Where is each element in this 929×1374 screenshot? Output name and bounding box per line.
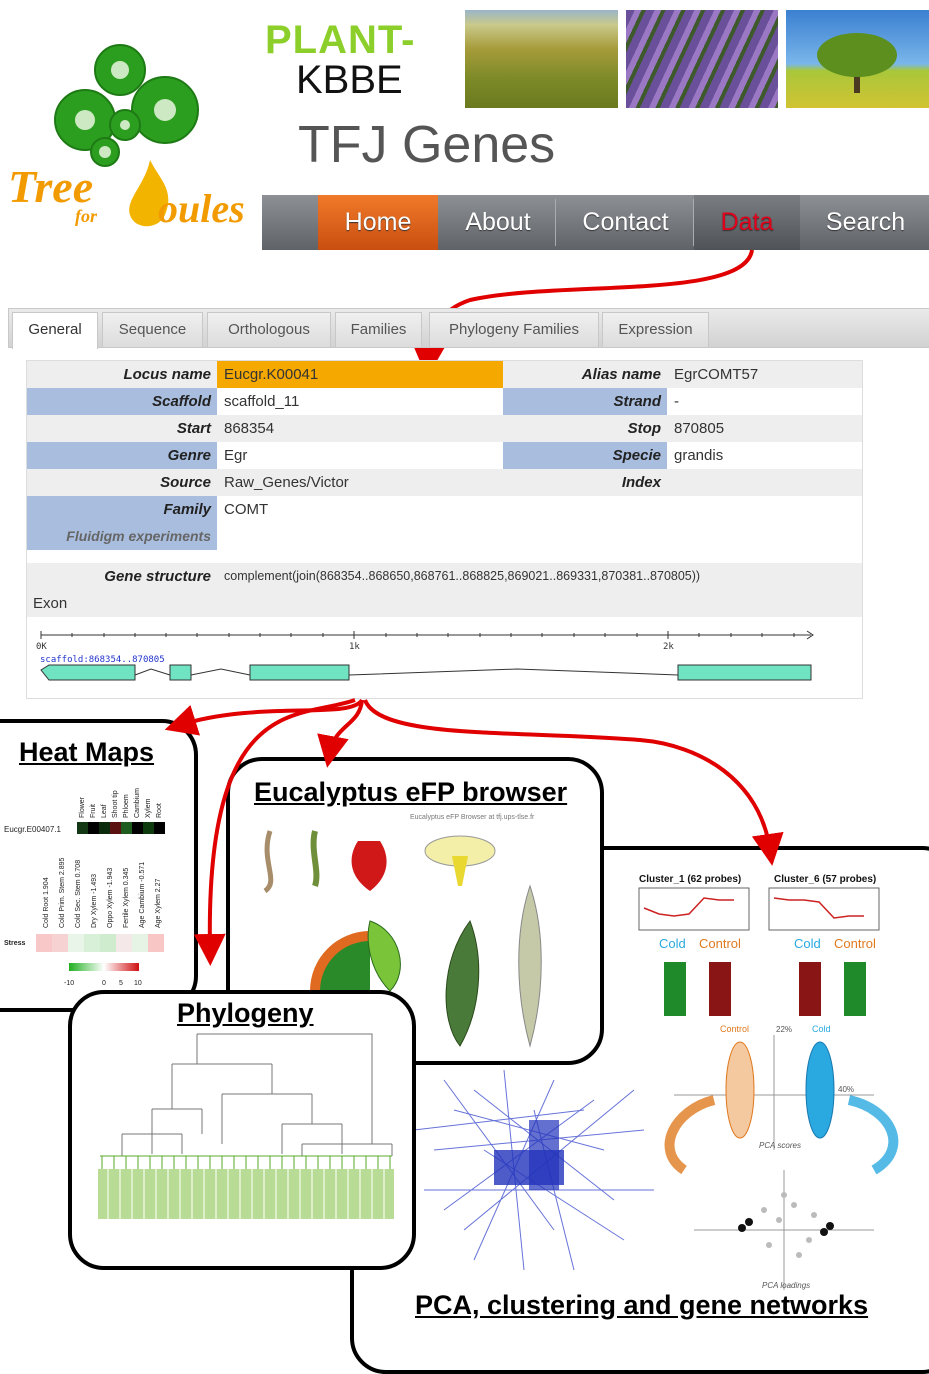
tissue-fruit: Fruit: [90, 804, 97, 818]
table-row: Start 868354 Stop 870805: [27, 415, 862, 442]
condition-6: Fertile Xylem 0.345: [123, 868, 130, 928]
specie-value: grandis: [674, 447, 724, 464]
tab-sequence[interactable]: Sequence: [102, 312, 203, 347]
cluster1-control: Control: [699, 936, 741, 951]
family-label: Family: [27, 496, 217, 523]
scale-min: -10: [64, 980, 74, 987]
start-label: Start: [176, 420, 211, 437]
cluster6-cold: Cold: [794, 936, 821, 951]
stop-value: 870805: [674, 420, 725, 437]
tissue-root: Root: [156, 803, 163, 818]
cluster6-title: Cluster_6 (57 probes): [774, 874, 876, 885]
tissue-shoot-tip: Shoot tip: [112, 790, 119, 818]
tissue-leaf: Leaf: [101, 804, 108, 818]
strand-label: Strand: [503, 388, 667, 415]
pca-panel-title: PCA, clustering and gene networks: [415, 1290, 869, 1320]
source-value: Raw_Genes/Victor: [224, 474, 349, 491]
condition-2: Cold Prim. Stem 2.895: [59, 857, 66, 928]
fluidigm-label: Fluidigm experiments: [27, 523, 217, 550]
gene-structure-track: 0K 1k 2k scaffold:868354..870805: [36, 630, 814, 681]
alias-value: EgrCOMT57: [674, 366, 759, 383]
tissue-cambium: Cambium: [134, 788, 141, 818]
gene-structure-label: Gene structure: [104, 568, 211, 585]
exon-label: Exon: [33, 595, 68, 612]
locus-value: Eucgr.K00041: [217, 361, 503, 388]
scale-max: 10: [134, 980, 142, 987]
phylogeny-panel: Phylogeny: [68, 990, 416, 1270]
scaffold-value: scaffold_11: [224, 393, 300, 410]
phylogeny-tree: [98, 1033, 394, 1219]
tab-bar: General Sequence Orthologous Families Ph…: [8, 308, 929, 349]
table-row: Gene structure complement(join(868354..8…: [27, 563, 862, 590]
table-row: Genre Egr Specie grandis: [27, 442, 862, 469]
track-label: scaffold:868354..870805: [40, 655, 165, 665]
table-row: Scaffold scaffold_11 Strand -: [27, 388, 862, 415]
scale-five: 5: [119, 980, 123, 987]
gene-info-table: Locus name Eucgr.K00041 Alias name EgrCO…: [26, 360, 863, 699]
cluster1-cold: Cold: [659, 936, 686, 951]
tissue-xylem: Xylem: [145, 798, 152, 818]
tissue-flower: Flower: [79, 796, 86, 818]
scaffold-label: Scaffold: [27, 388, 217, 415]
tissue-phloem: Phloem: [123, 794, 130, 818]
tab-families[interactable]: Families: [335, 312, 422, 347]
genre-label: Genre: [27, 442, 217, 469]
cluster1-title: Cluster_1 (62 probes): [639, 874, 741, 885]
strand-value: -: [674, 393, 679, 410]
heatmap-figure: Flower Fruit Leaf Shoot tip Phloem Cambi…: [4, 788, 165, 987]
scale-zero: 0: [102, 980, 106, 987]
cluster6-control: Control: [834, 936, 876, 951]
pca-scores-label: PCA scores: [759, 1141, 801, 1150]
pca-loadings-label: PCA loadings: [762, 1281, 810, 1290]
pca-control-label: Control: [720, 1024, 749, 1034]
specie-label: Specie: [503, 442, 667, 469]
tab-phylogeny-families[interactable]: Phylogeny Families: [429, 312, 599, 347]
stop-label: Stop: [627, 420, 661, 437]
table-row: Fluidigm experiments: [27, 523, 862, 550]
table-row: Exon: [27, 590, 862, 617]
pc1-label: 40%: [838, 1085, 854, 1094]
pc2-label: 22%: [776, 1025, 792, 1034]
table-row: Source Raw_Genes/Victor Index: [27, 469, 862, 496]
tab-orthologous[interactable]: Orthologous: [207, 312, 331, 347]
condition-5: Oppo Xylem -1.943: [107, 868, 114, 928]
family-value: COMT: [224, 501, 269, 518]
locus-label: Locus name: [123, 366, 211, 383]
condition-1: Cold Root 1.904: [43, 877, 50, 928]
table-row: Family COMT: [27, 496, 862, 523]
tab-general[interactable]: General: [12, 312, 98, 349]
alias-label: Alias name: [581, 366, 661, 383]
index-label: Index: [621, 474, 661, 491]
heatmaps-panel: Heat Maps Eucgr.E00407.1 Flower Fruit Le…: [0, 719, 198, 1012]
axis-tick-1k: 1k: [349, 642, 360, 652]
condition-3: Cold Sec. Stem 0.708: [75, 860, 82, 928]
source-label: Source: [160, 474, 211, 491]
condition-7: Age Cambium -0.571: [139, 862, 146, 928]
table-row: Locus name Eucgr.K00041 Alias name EgrCO…: [27, 361, 862, 388]
axis-tick-2k: 2k: [663, 642, 674, 652]
genre-value: Egr: [224, 447, 248, 464]
tab-expression[interactable]: Expression: [602, 312, 709, 347]
start-value: 868354: [224, 420, 275, 437]
stress-label: Stress: [4, 940, 26, 947]
gene-structure-value: complement(join(868354..868650,868761..8…: [224, 569, 701, 583]
pca-cold-label: Cold: [812, 1024, 831, 1034]
condition-4: Dry Xylem -1.493: [91, 874, 98, 928]
axis-tick-0k: 0K: [36, 642, 47, 652]
condition-8: Age Xylem 2.27: [155, 878, 162, 928]
